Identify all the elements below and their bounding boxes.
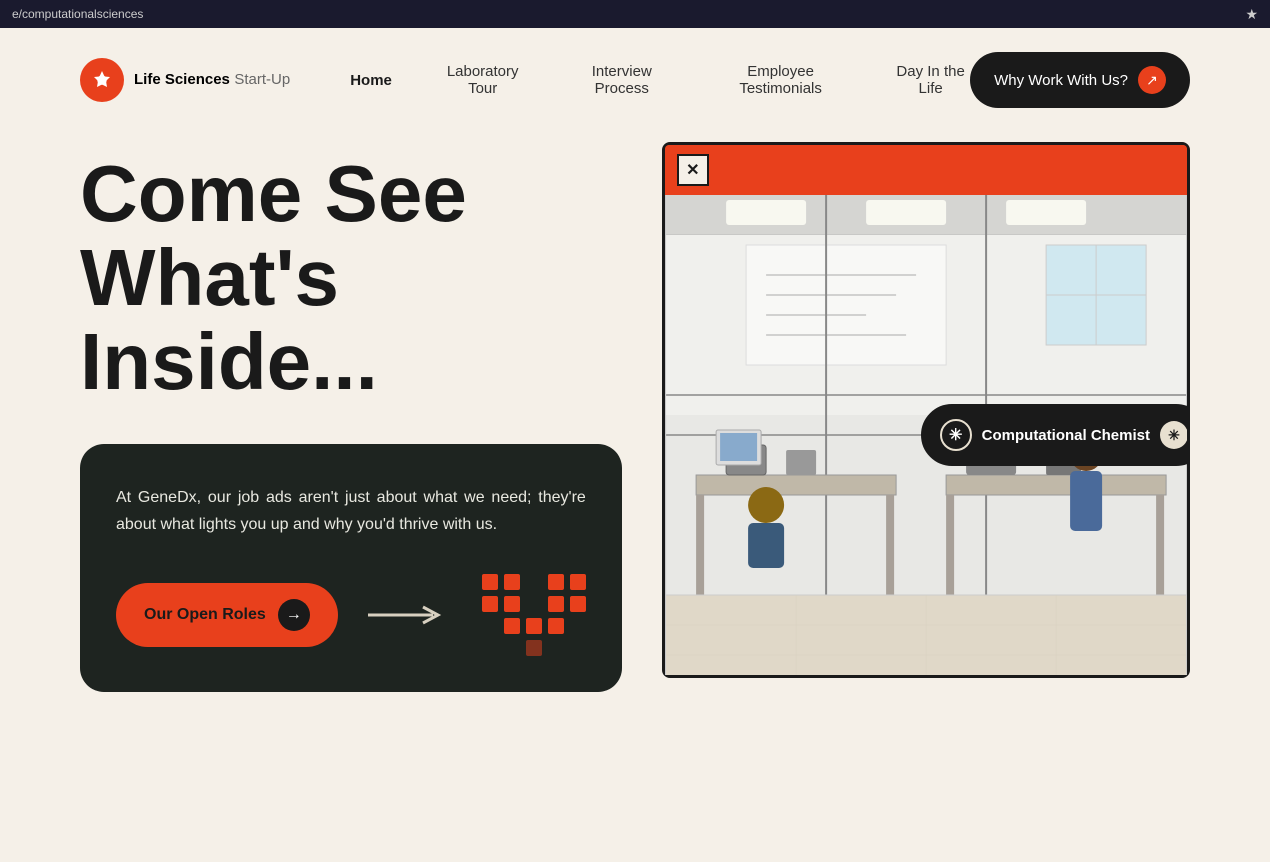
hero-description: At GeneDx, our job ads aren't just about… — [116, 484, 586, 538]
hero-title: Come See What's Inside... — [80, 152, 622, 404]
cta-arrow-icon: ↗ — [1138, 66, 1166, 94]
dot — [504, 596, 520, 612]
dot — [548, 574, 564, 590]
dot — [526, 596, 542, 612]
dot — [504, 618, 520, 634]
nav-interview[interactable]: Interview Process — [573, 63, 670, 97]
dot — [482, 574, 498, 590]
nav-links: Home Laboratory Tour Interview Process E… — [350, 63, 970, 97]
hero-card: At GeneDx, our job ads aren't just about… — [80, 444, 622, 692]
decorative-arrow — [368, 603, 448, 627]
dot — [482, 640, 498, 656]
lab-frame: ✕ — [662, 142, 1190, 678]
browser-chrome: e/computationalsciences ★ — [0, 0, 1270, 28]
dot — [548, 640, 564, 656]
logo-icon — [80, 58, 124, 102]
dot-grid-decoration — [482, 574, 586, 656]
dot — [570, 574, 586, 590]
dot — [504, 640, 520, 656]
hero-left: Come See What's Inside... At GeneDx, our… — [80, 152, 622, 692]
open-roles-label: Our Open Roles — [144, 606, 266, 624]
logo-text: Life Sciences Start-Up — [134, 71, 290, 89]
dot — [570, 640, 586, 656]
hero-section: Come See What's Inside... At GeneDx, our… — [0, 132, 1270, 732]
browser-url: e/computationalsciences — [12, 7, 1237, 21]
lab-frame-header: ✕ — [665, 145, 1187, 195]
open-roles-button[interactable]: Our Open Roles → — [116, 583, 338, 647]
dot — [526, 640, 542, 656]
navbar: Life Sciences Start-Up Home Laboratory T… — [0, 28, 1270, 132]
badge-star-right: ✳ — [1168, 427, 1180, 444]
dot — [548, 596, 564, 612]
why-work-button[interactable]: Why Work With Us? ↗ — [970, 52, 1190, 108]
hero-title-line2: What's — [80, 233, 339, 322]
nav-testimonials[interactable]: Employee Testimonials — [718, 63, 843, 97]
nav-home[interactable]: Home — [350, 72, 392, 89]
main-content: Life Sciences Start-Up Home Laboratory T… — [0, 28, 1270, 862]
badge-label: Computational Chemist — [982, 427, 1150, 444]
hero-right: ✕ — [662, 142, 1190, 678]
badge-star-left: ✳ — [949, 425, 962, 445]
dot — [482, 618, 498, 634]
lab-image: ✳ Computational Chemist ✳ — [665, 195, 1187, 675]
dot — [504, 574, 520, 590]
dot — [570, 596, 586, 612]
browser-star-icon: ★ — [1245, 6, 1258, 23]
close-button[interactable]: ✕ — [677, 154, 709, 186]
hero-actions: Our Open Roles → — [116, 574, 586, 656]
dot — [570, 618, 586, 634]
nav-lab-tour[interactable]: Laboratory Tour — [440, 63, 526, 97]
dot — [482, 596, 498, 612]
dot — [526, 574, 542, 590]
badge-right-icon: ✳ — [1160, 421, 1187, 449]
hero-title-line1: Come See — [80, 149, 467, 238]
roles-arrow-icon: → — [278, 599, 310, 631]
logo-area: Life Sciences Start-Up — [80, 58, 290, 102]
hero-title-line3: Inside... — [80, 317, 378, 406]
badge-left-icon: ✳ — [940, 419, 972, 451]
dot — [548, 618, 564, 634]
dot — [526, 618, 542, 634]
why-work-label: Why Work With Us? — [994, 72, 1128, 89]
nav-day-life[interactable]: Day In the Life — [891, 63, 970, 97]
chemist-badge: ✳ Computational Chemist ✳ — [921, 404, 1187, 466]
